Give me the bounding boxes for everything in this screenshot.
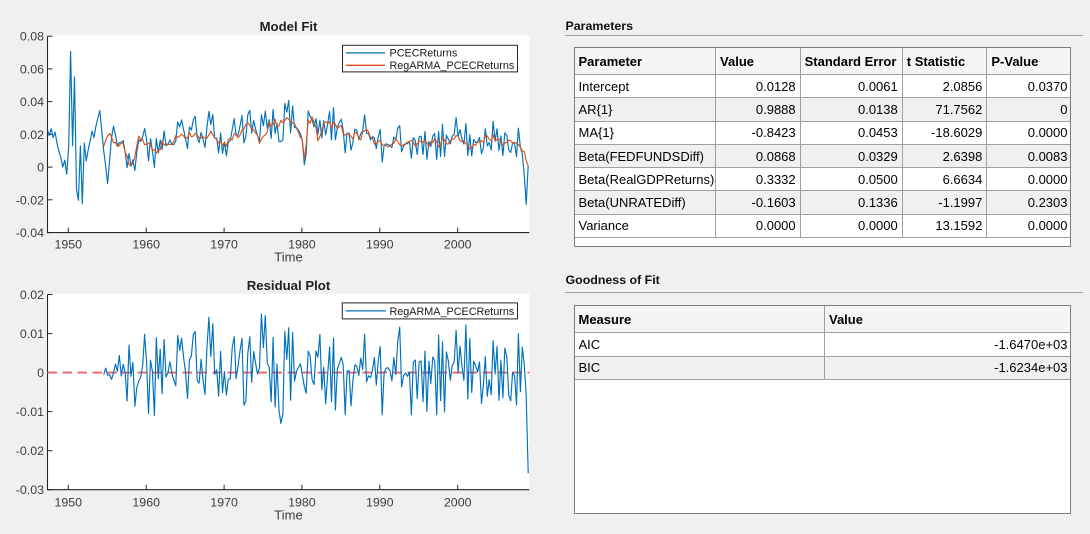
- svg-text:1970: 1970: [210, 495, 238, 509]
- svg-text:PCECReturns: PCECReturns: [390, 48, 458, 60]
- svg-text:1960: 1960: [132, 495, 160, 509]
- svg-text:2000: 2000: [444, 495, 472, 509]
- svg-text:Model Fit: Model Fit: [260, 19, 318, 34]
- svg-text:0: 0: [37, 366, 44, 380]
- svg-text:0.01: 0.01: [20, 327, 44, 341]
- svg-text:0.02: 0.02: [20, 288, 44, 302]
- svg-text:-0.03: -0.03: [16, 483, 44, 497]
- svg-text:-0.02: -0.02: [16, 444, 44, 458]
- svg-text:RegARMA_PCECReturns: RegARMA_PCECReturns: [390, 60, 515, 72]
- svg-text:RegARMA_PCECReturns: RegARMA_PCECReturns: [390, 306, 515, 318]
- svg-text:2000: 2000: [444, 238, 472, 252]
- svg-text:1990: 1990: [366, 495, 394, 509]
- svg-text:Time: Time: [274, 249, 302, 264]
- svg-text:1990: 1990: [366, 238, 394, 252]
- svg-text:-0.04: -0.04: [16, 226, 44, 240]
- svg-text:0.06: 0.06: [20, 62, 44, 76]
- svg-text:1950: 1950: [55, 238, 83, 252]
- svg-text:0.04: 0.04: [20, 95, 44, 109]
- svg-text:Time: Time: [274, 507, 302, 522]
- svg-text:Residual Plot: Residual Plot: [247, 278, 331, 293]
- svg-text:0: 0: [37, 161, 44, 175]
- svg-text:0.02: 0.02: [20, 128, 44, 142]
- svg-text:-0.01: -0.01: [16, 405, 44, 419]
- svg-text:-0.02: -0.02: [16, 193, 44, 207]
- svg-text:0.08: 0.08: [20, 30, 44, 44]
- svg-text:1970: 1970: [210, 238, 238, 252]
- svg-text:1960: 1960: [132, 238, 160, 252]
- svg-text:1950: 1950: [55, 495, 83, 509]
